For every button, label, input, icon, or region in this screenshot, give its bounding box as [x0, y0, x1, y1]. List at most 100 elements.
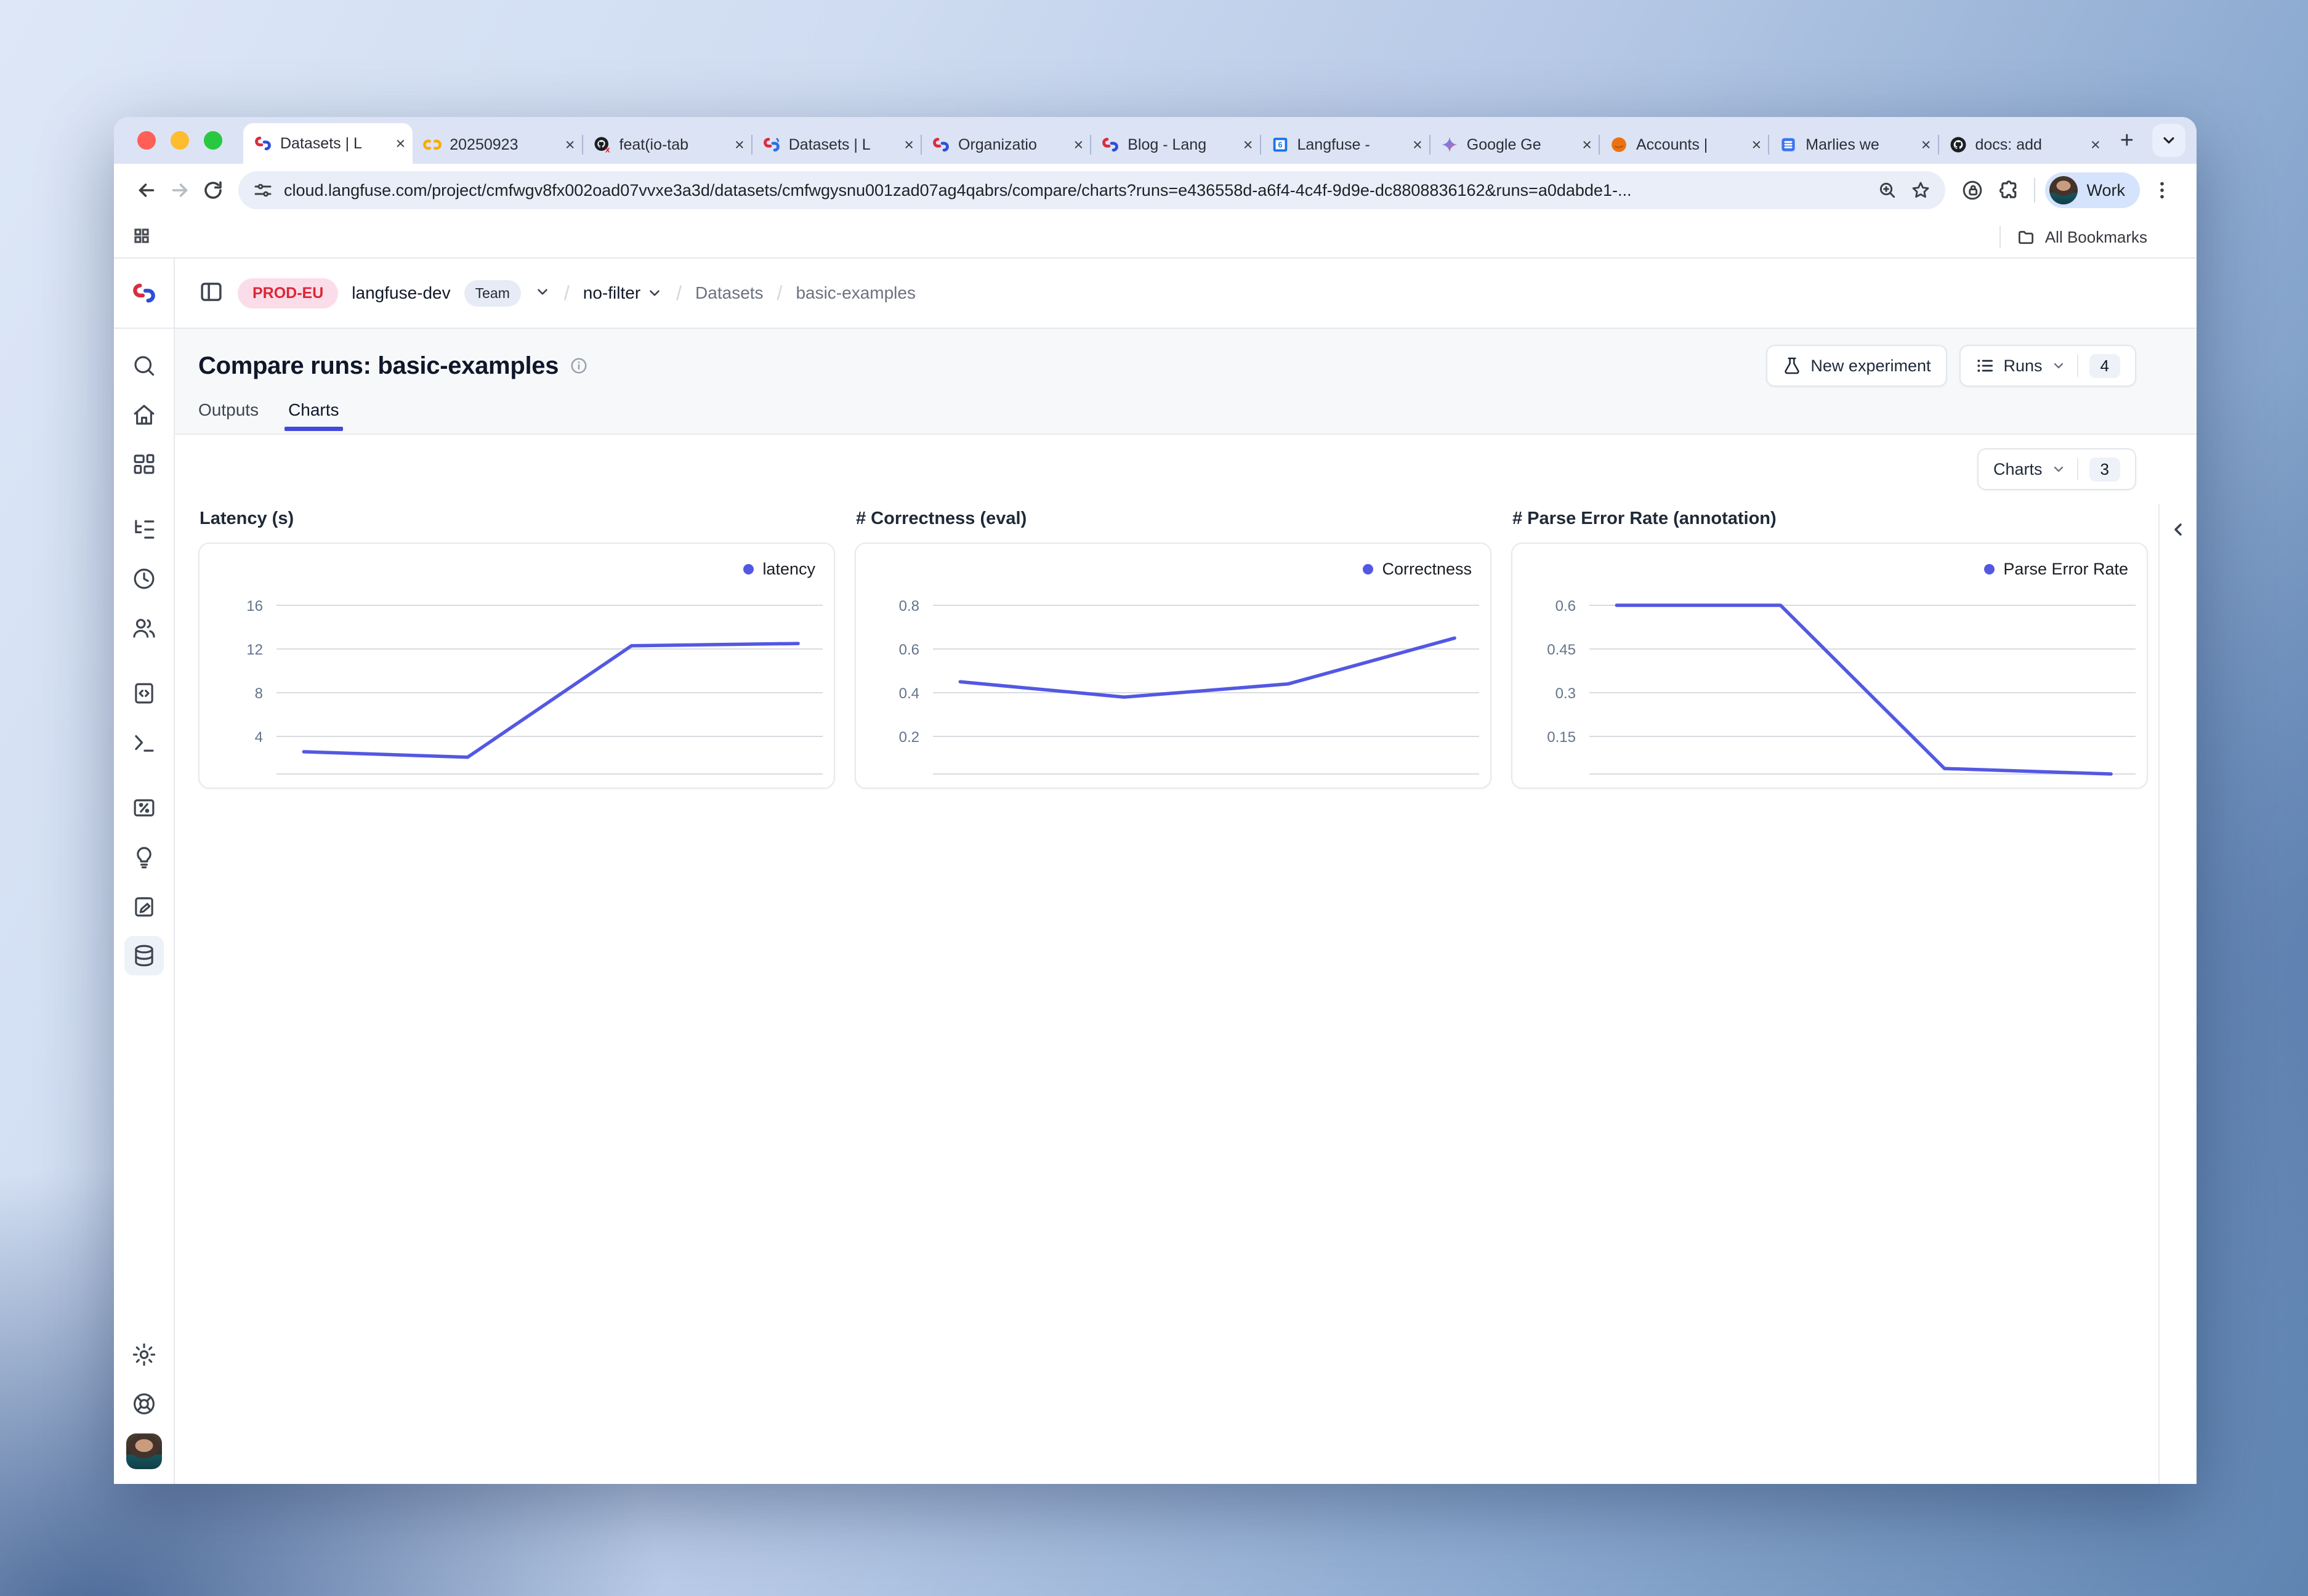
password-manager-icon[interactable] — [1961, 179, 1983, 201]
sidebar-item-home[interactable] — [124, 395, 164, 435]
breadcrumb-datasets-link[interactable]: Datasets — [695, 283, 764, 303]
sidebar-item-insights[interactable] — [124, 837, 164, 877]
all-bookmarks-label: All Bookmarks — [2045, 228, 2147, 247]
bookmark-star-icon[interactable] — [1911, 180, 1931, 200]
page-header-band: Compare runs: basic-examples New experim… — [175, 329, 2197, 435]
close-window-button[interactable] — [137, 131, 156, 150]
sidebar-item-evaluators[interactable] — [124, 788, 164, 828]
svg-text:16: 16 — [246, 598, 263, 615]
browser-tab[interactable]: Google Ge× — [1430, 126, 1599, 164]
svg-text:0.2: 0.2 — [899, 729, 919, 746]
browser-tab[interactable]: Accounts |× — [1599, 126, 1769, 164]
svg-text:4: 4 — [255, 729, 263, 746]
sidebar-item-tracing[interactable] — [124, 510, 164, 549]
profile-chip[interactable]: Work — [2045, 172, 2140, 208]
all-bookmarks-button[interactable]: All Bookmarks — [2017, 228, 2147, 247]
org-type-badge: Team — [464, 280, 521, 307]
breadcrumb-dataset-name[interactable]: basic-examples — [796, 283, 916, 303]
sidebar-item-prompts[interactable] — [124, 674, 164, 713]
new-experiment-button[interactable]: New experiment — [1766, 345, 1947, 387]
extensions-puzzle-icon[interactable] — [1998, 179, 2020, 201]
org-name[interactable]: langfuse-dev — [352, 283, 450, 303]
new-tab-button[interactable]: + — [2108, 122, 2146, 159]
tab-title: Google Ge — [1467, 136, 1578, 154]
bookmarks-divider — [1999, 226, 2001, 248]
tracing-icon — [131, 517, 157, 542]
sidebar-item-annotation[interactable] — [124, 887, 164, 926]
profile-avatar — [2049, 176, 2078, 204]
browser-tab[interactable]: x feat(io-tab× — [583, 126, 752, 164]
browser-tab[interactable]: docs: add× — [1939, 126, 2108, 164]
tab-list: Datasets | L×20250923×xfeat(io-tab×Datas… — [243, 117, 2108, 164]
sidebar-item-playground[interactable] — [124, 723, 164, 762]
browser-tab[interactable]: 6Langfuse -× — [1261, 126, 1430, 164]
sidebar-item-users[interactable] — [124, 608, 164, 648]
project-name[interactable]: no-filter — [583, 283, 663, 303]
prompts-icon — [131, 680, 157, 706]
tab-title: Blog - Lang — [1128, 136, 1239, 154]
browser-tab[interactable]: Datasets | L× — [243, 123, 413, 164]
sidebar-item-sessions[interactable] — [124, 559, 164, 598]
home-icon — [131, 402, 157, 428]
runs-dropdown-button[interactable]: Runs 4 — [1959, 345, 2137, 387]
info-icon[interactable] — [570, 357, 588, 375]
url-text[interactable]: cloud.langfuse.com/project/cmfwgv8fx002o… — [284, 181, 1864, 200]
zoom-window-button[interactable] — [204, 131, 222, 150]
org-switcher-chevron-icon[interactable] — [535, 284, 551, 303]
close-tab-icon[interactable]: × — [1073, 135, 1083, 155]
tab-title: docs: add — [1975, 136, 2087, 154]
close-tab-icon[interactable]: × — [1413, 135, 1422, 155]
close-tab-icon[interactable]: × — [1921, 135, 1931, 155]
sidebar-item-datasets[interactable] — [124, 936, 164, 975]
charts-dropdown-button[interactable]: Charts 3 — [1977, 448, 2136, 490]
svg-text:x: x — [605, 145, 610, 155]
github-x-favicon: x — [592, 135, 612, 155]
close-tab-icon[interactable]: × — [395, 134, 405, 153]
minimize-window-button[interactable] — [171, 131, 189, 150]
project-switcher-chevron-icon[interactable] — [647, 285, 663, 301]
browser-tab-strip: Datasets | L×20250923×xfeat(io-tab×Datas… — [114, 117, 2197, 164]
site-settings-icon[interactable] — [253, 180, 273, 200]
tab-charts[interactable]: Charts — [288, 400, 339, 431]
apps-grid-icon[interactable] — [132, 227, 151, 248]
sidebar-item-search[interactable] — [124, 346, 164, 385]
address-bar[interactable]: cloud.langfuse.com/project/cmfwgv8fx002o… — [238, 171, 1945, 209]
browser-tab[interactable]: Organizatio× — [921, 126, 1091, 164]
reload-button[interactable] — [196, 174, 230, 207]
langfuse-favicon — [1100, 135, 1120, 155]
browser-tab[interactable]: Datasets | L× — [752, 126, 921, 164]
reload-icon — [202, 179, 224, 201]
close-tab-icon[interactable]: × — [2091, 135, 2100, 155]
tab-outputs[interactable]: Outputs — [198, 400, 259, 431]
forward-button[interactable] — [163, 174, 196, 207]
back-button[interactable] — [130, 174, 163, 207]
collapse-panel-button[interactable] — [2168, 520, 2188, 1484]
gemini-favicon — [1440, 135, 1459, 155]
svg-text:8: 8 — [255, 685, 263, 702]
new-experiment-label: New experiment — [1810, 357, 1931, 376]
close-tab-icon[interactable]: × — [565, 135, 575, 155]
close-tab-icon[interactable]: × — [1582, 135, 1592, 155]
line-chart-plot: 0.60.450.30.15 — [1512, 544, 2147, 788]
svg-text:0.15: 0.15 — [1547, 729, 1576, 746]
close-tab-icon[interactable]: × — [735, 135, 744, 155]
langfuse-logo[interactable] — [114, 280, 174, 306]
sidebar-item-support[interactable] — [124, 1384, 164, 1424]
sidebar-toggle-icon[interactable] — [198, 279, 224, 308]
toolbar-divider — [2034, 178, 2035, 203]
browser-menu-kebab-icon[interactable] — [2151, 179, 2173, 201]
dashboards-icon — [131, 451, 157, 477]
page-title: Compare runs: basic-examples — [198, 352, 559, 380]
user-avatar[interactable] — [126, 1433, 162, 1469]
tab-search-button[interactable] — [2152, 124, 2185, 157]
tab-title: feat(io-tab — [619, 136, 731, 154]
sidebar-item-settings[interactable] — [124, 1335, 164, 1374]
close-tab-icon[interactable]: × — [1243, 135, 1253, 155]
close-tab-icon[interactable]: × — [1751, 135, 1761, 155]
sidebar-item-dashboards[interactable] — [124, 445, 164, 484]
browser-tab[interactable]: Marlies we× — [1769, 126, 1938, 164]
browser-tab[interactable]: Blog - Lang× — [1091, 126, 1260, 164]
browser-tab[interactable]: 20250923× — [413, 126, 582, 164]
close-tab-icon[interactable]: × — [904, 135, 914, 155]
zoom-page-icon[interactable] — [1878, 180, 1897, 200]
